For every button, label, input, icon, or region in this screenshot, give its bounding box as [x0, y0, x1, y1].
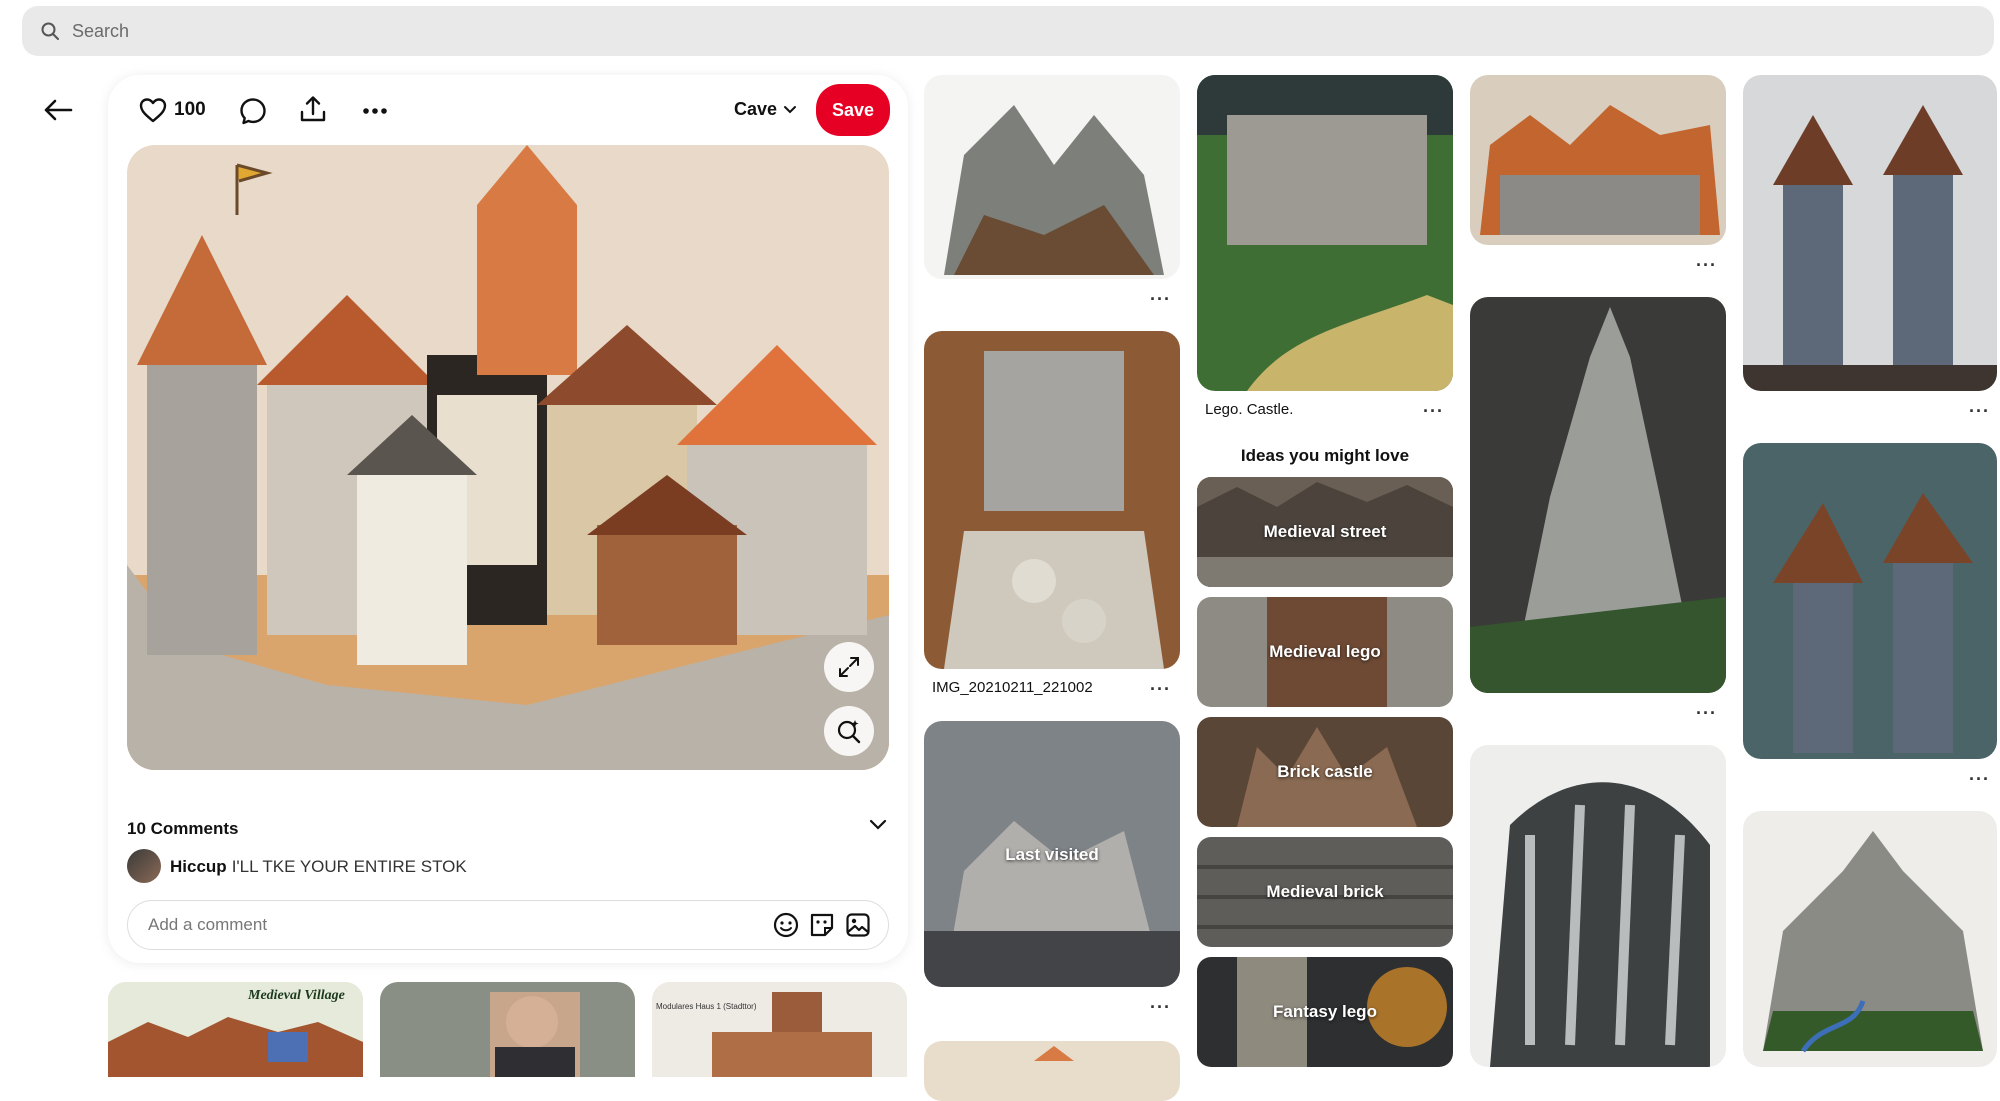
comment-body: I'LL TKE YOUR ENTIRE STOK [231, 857, 467, 876]
idea-label: Medieval brick [1266, 882, 1384, 901]
idea-label: Medieval street [1263, 522, 1387, 541]
comment-input[interactable] [146, 914, 772, 936]
add-comment-field[interactable] [127, 900, 889, 950]
share-icon [300, 96, 326, 122]
more-options-button[interactable]: ··· [1969, 769, 1990, 790]
related-pin-tile[interactable] [380, 982, 635, 1077]
feed-pin[interactable] [1743, 811, 1997, 1067]
more-options-button[interactable]: ··· [1150, 679, 1171, 700]
pin-caption: Lego. Castle. [1205, 401, 1294, 418]
related-pin-tile[interactable]: Modulares Haus 1 (Stadttor) [652, 982, 907, 1077]
more-options-button[interactable] [360, 96, 390, 126]
chevron-down-icon [784, 105, 797, 113]
pin-image [1743, 443, 1997, 759]
feed-pin[interactable] [924, 1041, 1180, 1101]
related-pin-tile[interactable]: Medieval Village [108, 982, 363, 1077]
pin-image [127, 145, 889, 770]
pin-image [924, 331, 1180, 669]
pin-image [1197, 75, 1453, 391]
idea-medieval-street[interactable]: Medieval street [1197, 477, 1453, 587]
pin-image [1743, 811, 1997, 1067]
feed-pin[interactable] [1470, 745, 1726, 1067]
expand-button[interactable] [824, 642, 874, 692]
pin-image [924, 1041, 1180, 1101]
last-visited-label: Last visited [1005, 845, 1099, 864]
image-upload-icon[interactable] [844, 911, 872, 939]
more-options-button[interactable]: ··· [1423, 401, 1444, 422]
like-count: 100 [174, 99, 206, 120]
board-selector[interactable]: Cave [734, 99, 797, 120]
more-options-button[interactable]: ··· [1969, 401, 1990, 422]
heart-icon [139, 98, 167, 123]
comment-user[interactable]: Hiccup [170, 857, 227, 876]
comment-button[interactable] [238, 96, 268, 126]
emoji-icon[interactable] [772, 911, 800, 939]
pin-image [380, 982, 635, 1077]
idea-brick-castle[interactable]: Brick castle [1197, 717, 1453, 827]
feed-pin[interactable] [1197, 75, 1453, 391]
pin-image [1743, 75, 1997, 391]
feed-pin[interactable] [1470, 297, 1726, 693]
comment-item: Hiccup I'LL TKE YOUR ENTIRE STOK [170, 857, 467, 877]
last-visited-pin[interactable]: Last visited [924, 721, 1180, 987]
chevron-down-icon [869, 819, 887, 830]
feed-pin[interactable] [1743, 443, 1997, 759]
more-options-button[interactable]: ··· [1696, 255, 1717, 276]
visual-search-icon [837, 720, 861, 744]
tile-title: Modulares Haus 1 (Stadttor) [656, 1002, 757, 1011]
feed-pin[interactable] [1470, 75, 1726, 245]
feed-pin[interactable] [924, 75, 1180, 279]
pin-caption: IMG_20210211_221002 [932, 679, 1093, 696]
visual-search-button[interactable] [824, 706, 874, 756]
idea-label: Fantasy lego [1273, 1002, 1377, 1021]
board-name: Cave [734, 99, 778, 119]
ideas-section-title: Ideas you might love [1240, 446, 1410, 465]
search-bar[interactable] [22, 6, 1994, 56]
more-options-button[interactable]: ··· [1150, 289, 1171, 310]
like-button[interactable]: 100 [138, 96, 206, 124]
more-options-button[interactable]: ··· [1150, 997, 1171, 1018]
save-button[interactable]: Save [816, 84, 890, 136]
pin-image [924, 75, 1180, 279]
idea-label: Brick castle [1277, 762, 1373, 781]
sticker-icon[interactable] [808, 911, 836, 939]
share-button[interactable] [298, 94, 328, 124]
comment-bubble-icon [240, 98, 266, 125]
arrow-left-icon [44, 99, 73, 121]
pin-image [1470, 75, 1726, 245]
more-options-button[interactable]: ··· [1696, 703, 1717, 724]
feed-pin[interactable] [1743, 75, 1997, 391]
comments-toggle[interactable] [868, 818, 888, 837]
comments-title: 10 Comments [127, 819, 239, 838]
tile-title: Medieval Village [248, 988, 345, 1003]
back-button[interactable] [38, 92, 78, 128]
avatar[interactable] [127, 849, 161, 883]
idea-medieval-brick[interactable]: Medieval brick [1197, 837, 1453, 947]
pin-image [1470, 297, 1726, 693]
medieval-village-image [127, 145, 889, 770]
idea-fantasy-lego[interactable]: Fantasy lego [1197, 957, 1453, 1067]
idea-medieval-lego[interactable]: Medieval lego [1197, 597, 1453, 707]
search-input[interactable] [70, 19, 1874, 43]
more-horizontal-icon [363, 108, 387, 114]
search-icon [41, 22, 59, 40]
idea-label: Medieval lego [1269, 642, 1381, 661]
expand-icon [839, 657, 859, 677]
feed-pin[interactable] [924, 331, 1180, 669]
pin-image [652, 982, 907, 1077]
pin-image [1470, 745, 1726, 1067]
